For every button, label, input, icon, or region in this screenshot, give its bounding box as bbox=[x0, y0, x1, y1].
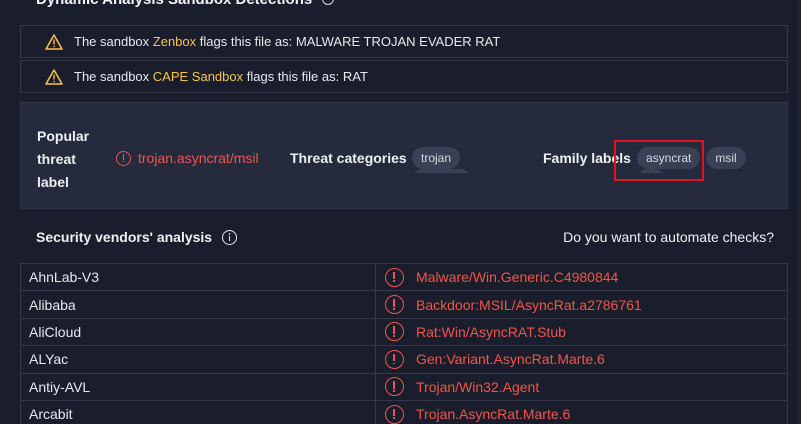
vendor-name: Alibaba bbox=[21, 291, 376, 318]
sandbox-middle: flags this file as: bbox=[196, 34, 296, 49]
sandbox-middle: flags this file as: bbox=[243, 69, 343, 84]
popular-threat-label-heading: Popular threat label bbox=[37, 128, 90, 190]
vendor-name: ALYac bbox=[21, 346, 376, 373]
vendor-result: Rat:Win/AsyncRAT.Stub bbox=[376, 322, 566, 342]
alert-icon bbox=[385, 349, 404, 369]
sandbox-verdict: MALWARE TROJAN EVADER RAT bbox=[295, 34, 501, 49]
vendors-title: Security vendors' analysis bbox=[36, 229, 238, 245]
table-row: ALYac Gen:Variant.AsyncRat.Marte.6 bbox=[20, 346, 788, 374]
vendors-header: Security vendors' analysis Do you want t… bbox=[20, 222, 788, 252]
family-labels-label: Family labels bbox=[543, 150, 631, 166]
chip-family-label[interactable]: asyncrat bbox=[637, 147, 701, 169]
vendor-result-text: Backdoor:MSIL/AsyncRat.a2786761 bbox=[416, 296, 642, 313]
popular-threat-value-text: trojan.asyncrat/msil bbox=[138, 150, 259, 166]
vendor-name: Antiy-AVL bbox=[21, 373, 376, 400]
table-row: AhnLab-V3 Malware/Win.Generic.C4980844 bbox=[20, 264, 788, 292]
popular-threat-panel: Popular threat label trojan.asyncrat/msi… bbox=[20, 102, 788, 209]
vendor-result: Gen:Variant.AsyncRat.Marte.6 bbox=[376, 349, 605, 369]
chip-threat-category[interactable]: dropper bbox=[412, 169, 472, 173]
vendor-name: AhnLab-V3 bbox=[21, 264, 376, 291]
warning-icon bbox=[45, 68, 63, 85]
table-row: AliCloud Rat:Win/AsyncRAT.Stub bbox=[20, 318, 788, 347]
alert-icon bbox=[385, 404, 404, 424]
chip-family-label[interactable]: m bbox=[637, 169, 665, 173]
vendor-result-text: Trojan/Win32.Agent bbox=[416, 378, 540, 395]
vendor-result: Backdoor:MSIL/AsyncRat.a2786761 bbox=[376, 295, 642, 315]
alert-icon bbox=[385, 295, 404, 315]
vendor-result-text: Rat:Win/AsyncRAT.Stub bbox=[416, 323, 566, 340]
alert-icon bbox=[385, 267, 404, 287]
info-icon[interactable] bbox=[222, 229, 238, 245]
sandbox-prefix: The sandbox bbox=[74, 34, 153, 49]
sandbox-detection-row: The sandbox Zenbox flags this file as: M… bbox=[20, 25, 788, 58]
vendor-result: Trojan.AsyncRat.Marte.6 bbox=[376, 404, 571, 424]
sandbox-detection-row: The sandbox CAPE Sandbox flags this file… bbox=[20, 60, 788, 93]
vendor-result-text: Malware/Win.Generic.C4980844 bbox=[416, 269, 619, 286]
vendor-result: Trojan/Win32.Agent bbox=[376, 377, 540, 397]
threat-categories-label: Threat categories bbox=[290, 150, 407, 166]
alert-icon bbox=[385, 377, 404, 397]
vendor-result-text: Gen:Variant.AsyncRat.Marte.6 bbox=[416, 351, 605, 368]
warning-icon bbox=[45, 33, 63, 50]
vendor-table: AhnLab-V3 Malware/Win.Generic.C4980844 A… bbox=[20, 263, 788, 424]
popular-threat-value: trojan.asyncrat/msil bbox=[116, 150, 259, 166]
threat-category-chips: trojandropper bbox=[412, 147, 520, 173]
section-title: Dynamic Analysis Sandbox Detections bbox=[36, 0, 335, 8]
chip-threat-category[interactable]: trojan bbox=[412, 147, 461, 169]
table-row: Arcabit Trojan.AsyncRat.Marte.6 bbox=[20, 400, 788, 424]
alert-icon bbox=[116, 150, 131, 166]
table-row: Alibaba Backdoor:MSIL/AsyncRat.a2786761 bbox=[20, 291, 788, 319]
vendor-name: Arcabit bbox=[21, 400, 376, 424]
vendor-result: Malware/Win.Generic.C4980844 bbox=[376, 267, 619, 287]
chip-family-label[interactable]: msil bbox=[706, 147, 746, 169]
scrollbar-track[interactable] bbox=[797, 0, 801, 424]
family-label-chips: asyncratmsil m bbox=[637, 147, 774, 173]
sandbox-vendor-link[interactable]: Zenbox bbox=[153, 34, 196, 49]
sandbox-vendor-link[interactable]: CAPE Sandbox bbox=[153, 69, 243, 84]
vendor-name: AliCloud bbox=[21, 318, 376, 346]
table-row: Antiy-AVL Trojan/Win32.Agent bbox=[20, 373, 788, 401]
alert-icon bbox=[385, 322, 404, 342]
sandbox-verdict: RAT bbox=[342, 69, 368, 84]
sandbox-prefix: The sandbox bbox=[74, 69, 153, 84]
info-icon[interactable] bbox=[322, 0, 335, 5]
automate-checks-link[interactable]: Do you want to automate checks? bbox=[563, 229, 774, 245]
vendor-result-text: Trojan.AsyncRat.Marte.6 bbox=[416, 406, 571, 423]
vendors-title-text: Security vendors' analysis bbox=[36, 229, 213, 245]
